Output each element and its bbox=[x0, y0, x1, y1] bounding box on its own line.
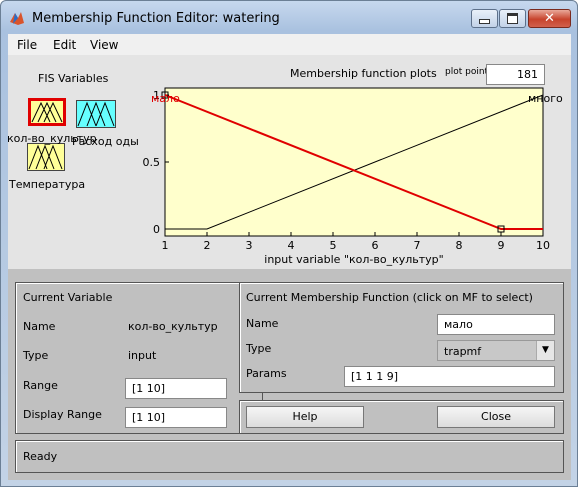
mf-params-label: Params bbox=[246, 367, 287, 380]
x-tick-label-5: 6 bbox=[372, 239, 379, 252]
close-icon: ✕ bbox=[544, 11, 555, 26]
mf-label-left[interactable]: мало bbox=[151, 92, 180, 105]
menu-edit[interactable]: Edit bbox=[53, 38, 76, 52]
mf-type-select[interactable]: trapmf ▼ bbox=[437, 340, 555, 361]
close-window-button[interactable]: ✕ bbox=[528, 9, 571, 28]
x-tick-label-4: 5 bbox=[330, 239, 337, 252]
status-text: Ready bbox=[23, 450, 58, 463]
menu-bar: File Edit View bbox=[8, 34, 571, 55]
mf-type-value: trapmf bbox=[444, 345, 482, 358]
display-range-input[interactable]: [1 10] bbox=[125, 407, 227, 428]
dropdown-arrow-icon[interactable]: ▼ bbox=[536, 341, 554, 360]
x-tick-label-7: 8 bbox=[456, 239, 463, 252]
mf-type-label: Type bbox=[246, 342, 272, 355]
close-button[interactable]: Close bbox=[437, 406, 555, 428]
x-axis-label: input variable "кол-во_культур" bbox=[264, 253, 443, 266]
cv-display-range-label: Display Range bbox=[23, 408, 102, 421]
window-title: Membership Function Editor: watering bbox=[32, 11, 280, 26]
current-mf-heading: Current Membership Function (click on MF… bbox=[246, 291, 533, 304]
cv-name-label: Name bbox=[23, 320, 56, 333]
buttons-panel: Help Close bbox=[239, 400, 564, 434]
cv-name-value: кол-во_культур bbox=[128, 320, 218, 333]
help-button[interactable]: Help bbox=[246, 406, 364, 428]
y-tick-label-1: 0.5 bbox=[143, 156, 161, 169]
x-tick-label-2: 3 bbox=[246, 239, 253, 252]
maximize-icon bbox=[507, 13, 518, 24]
client-area: FIS Variables кол-во_культур Расход оды … bbox=[7, 55, 571, 480]
minimize-icon bbox=[479, 19, 490, 24]
x-tick-label-0: 1 bbox=[162, 239, 169, 252]
x-tick-label-9: 10 bbox=[536, 239, 550, 252]
x-tick-label-3: 4 bbox=[288, 239, 295, 252]
upper-area: FIS Variables кол-во_культур Расход оды … bbox=[7, 55, 571, 269]
x-tick-label-1: 2 bbox=[204, 239, 211, 252]
cv-range-label: Range bbox=[23, 379, 58, 392]
title-bar[interactable]: Membership Function Editor: watering ✕ bbox=[1, 1, 577, 33]
range-input[interactable]: [1 10] bbox=[125, 378, 227, 399]
plot-area bbox=[164, 87, 544, 237]
menu-view[interactable]: View bbox=[90, 38, 118, 52]
mf-label-right[interactable]: много bbox=[528, 92, 563, 105]
current-mf-panel: Current Membership Function (click on MF… bbox=[239, 282, 564, 393]
mf-params-input[interactable]: [1 1 1 9] bbox=[344, 366, 555, 387]
app-window: Membership Function Editor: watering ✕ F… bbox=[0, 0, 578, 487]
minimize-button[interactable] bbox=[471, 9, 498, 28]
x-tick-label-8: 9 bbox=[498, 239, 505, 252]
y-tick-label-0: 0 bbox=[153, 223, 160, 236]
mf-name-input[interactable]: мало bbox=[437, 314, 555, 335]
menu-file[interactable]: File bbox=[17, 38, 37, 52]
x-tick-label-6: 7 bbox=[414, 239, 421, 252]
maximize-button[interactable] bbox=[499, 9, 526, 28]
membership-function-plot[interactable]: 1 2 3 4 5 6 7 8 9 1000.51 мало много input variab… bbox=[8, 55, 571, 269]
mf-name-label: Name bbox=[246, 317, 279, 330]
current-variable-panel: Current Variable Name кол-во_культур Typ… bbox=[15, 282, 263, 434]
matlab-app-icon bbox=[10, 12, 24, 25]
cv-type-value: input bbox=[128, 349, 157, 362]
current-variable-heading: Current Variable bbox=[23, 291, 113, 304]
cv-type-label: Type bbox=[23, 349, 49, 362]
status-panel: Ready bbox=[15, 440, 564, 473]
